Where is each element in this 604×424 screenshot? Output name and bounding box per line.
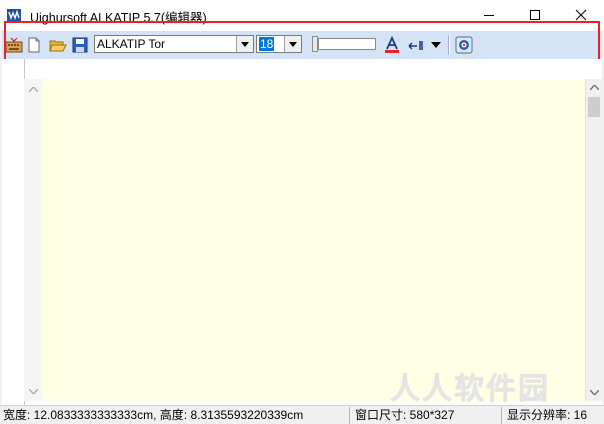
window-title: Uighursoft ALKATIP 5.7(编辑器) bbox=[30, 11, 207, 25]
alkatip-app-icon bbox=[6, 7, 22, 23]
chevron-down-icon bbox=[241, 41, 249, 47]
close-button[interactable] bbox=[558, 0, 604, 30]
text-direction-icon bbox=[408, 41, 423, 50]
help-globe-icon bbox=[455, 36, 473, 54]
app-window: Uighursoft ALKATIP 5.7(编辑器) ALKATIP Tor … bbox=[0, 0, 604, 424]
scroll-down-button[interactable] bbox=[586, 384, 603, 401]
maximize-icon bbox=[530, 10, 540, 20]
page-size-status: 宽度: 12.0833333333333cm, 高度: 8.3135593220… bbox=[0, 407, 350, 424]
slider-track bbox=[318, 38, 376, 50]
window-size-status: 窗口尺寸: 580*327 bbox=[352, 407, 502, 424]
font-name-value: ALKATIP Tor bbox=[97, 37, 166, 51]
direction-dropdown-button[interactable] bbox=[426, 35, 446, 55]
close-icon bbox=[575, 9, 587, 21]
title-bar: Uighursoft ALKATIP 5.7(编辑器) bbox=[0, 0, 604, 30]
new-document-icon bbox=[28, 37, 40, 53]
scroll-up-button[interactable] bbox=[25, 81, 41, 97]
font-dropdown-arrow[interactable] bbox=[236, 36, 253, 52]
chevron-down-icon bbox=[431, 42, 441, 48]
font-size-select[interactable]: 18 bbox=[256, 35, 302, 53]
chevron-up-icon bbox=[590, 85, 599, 90]
font-size-value: 18 bbox=[259, 37, 275, 51]
maximize-button[interactable] bbox=[512, 0, 558, 30]
new-document-button[interactable] bbox=[24, 35, 44, 55]
text-color-button[interactable] bbox=[382, 35, 402, 55]
scroll-down-button[interactable] bbox=[25, 383, 41, 399]
save-button[interactable] bbox=[70, 35, 90, 55]
scroll-thumb[interactable] bbox=[588, 97, 600, 117]
slider-thumb[interactable] bbox=[312, 36, 318, 52]
minimize-icon bbox=[484, 15, 494, 16]
left-margin bbox=[2, 59, 25, 405]
help-button[interactable] bbox=[454, 35, 474, 55]
open-folder-icon bbox=[49, 40, 67, 52]
minimize-button[interactable] bbox=[466, 0, 512, 30]
keyboard-button[interactable] bbox=[4, 35, 24, 55]
resolution-status: 显示分辨率: 16 bbox=[507, 408, 588, 422]
size-dropdown-arrow[interactable] bbox=[284, 36, 301, 52]
chevron-down-icon bbox=[289, 41, 297, 47]
chevron-up-icon bbox=[28, 86, 38, 92]
text-editor[interactable] bbox=[42, 79, 598, 401]
status-bar: 宽度: 12.0833333333333cm, 高度: 8.3135593220… bbox=[0, 405, 604, 424]
scroll-up-button[interactable] bbox=[586, 79, 603, 96]
keyboard-icon bbox=[5, 37, 23, 53]
chevron-down-icon bbox=[590, 390, 599, 395]
text-direction-button[interactable] bbox=[406, 35, 426, 55]
vertical-scrollbar[interactable] bbox=[585, 79, 603, 401]
document-area bbox=[2, 59, 603, 405]
toolbar-separator bbox=[448, 35, 450, 55]
open-file-button[interactable] bbox=[48, 35, 68, 55]
font-name-select[interactable]: ALKATIP Tor bbox=[94, 35, 254, 53]
chevron-down-icon bbox=[28, 388, 38, 394]
toolbar: ALKATIP Tor 18 bbox=[2, 30, 602, 60]
editor-left-scrollbar[interactable] bbox=[25, 79, 41, 401]
zoom-slider[interactable] bbox=[308, 36, 378, 52]
save-icon bbox=[72, 37, 88, 53]
text-color-icon bbox=[385, 36, 399, 53]
